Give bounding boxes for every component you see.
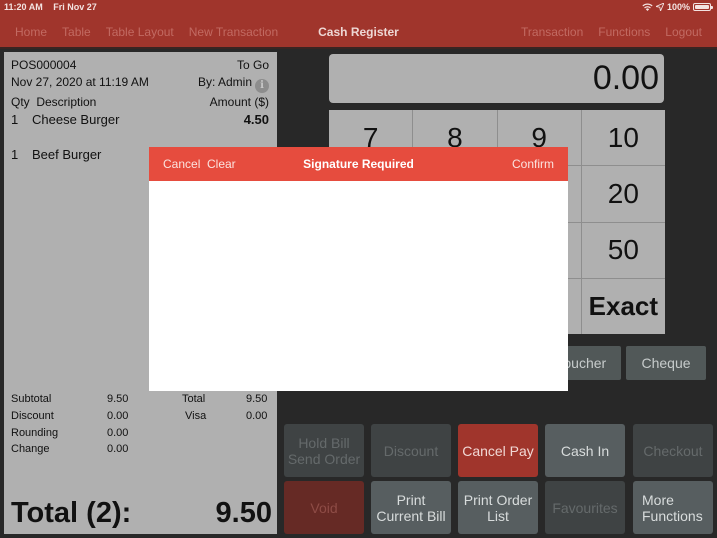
change-label: Change bbox=[11, 443, 50, 455]
favourites-button[interactable]: Favourites bbox=[545, 481, 625, 534]
wifi-icon bbox=[642, 3, 653, 11]
modal-confirm-button[interactable]: Confirm bbox=[512, 157, 554, 171]
signature-modal: Cancel Clear Signature Required Confirm bbox=[149, 147, 568, 391]
void-button[interactable]: Void bbox=[284, 481, 364, 534]
location-arrow-icon bbox=[655, 3, 664, 11]
nav-left: Home Table Table Layout New Transaction bbox=[15, 25, 278, 39]
print-current-bill-button[interactable]: Print Current Bill bbox=[371, 481, 451, 534]
more-functions-button[interactable]: More Functions bbox=[633, 481, 713, 534]
hold-bill-send-order-button[interactable]: Hold Bill Send Order bbox=[284, 424, 364, 477]
discount-label: Discount bbox=[11, 410, 54, 422]
receipt-header-row2: Nov 27, 2020 at 11:19 AM By: Admin i bbox=[11, 75, 269, 93]
rounding-label: Rounding bbox=[11, 427, 59, 439]
change-value: 0.00 bbox=[107, 443, 129, 455]
key-50[interactable]: 50 bbox=[581, 222, 665, 278]
nav-table-layout[interactable]: Table Layout bbox=[106, 25, 174, 39]
nav-new-transaction[interactable]: New Transaction bbox=[189, 25, 278, 39]
status-time: 11:20 AM bbox=[4, 2, 43, 12]
modal-clear-button[interactable]: Clear bbox=[207, 157, 236, 171]
nav-right: Transaction Functions Logout bbox=[521, 25, 702, 39]
checkout-button[interactable]: Checkout bbox=[633, 424, 713, 477]
discount-button[interactable]: Discount bbox=[371, 424, 451, 477]
rounding-value: 0.00 bbox=[107, 427, 129, 439]
header-amount: Amount ($) bbox=[209, 95, 269, 109]
nav-functions[interactable]: Functions bbox=[598, 25, 650, 39]
battery-icon bbox=[693, 3, 713, 11]
cash-in-button[interactable]: Cash In bbox=[545, 424, 625, 477]
topbar-divider bbox=[0, 47, 717, 49]
key-10[interactable]: 10 bbox=[581, 110, 665, 166]
battery-percent: 100% bbox=[666, 2, 690, 12]
print-order-list-button[interactable]: Print Order List bbox=[458, 481, 538, 534]
nav-home[interactable]: Home bbox=[15, 25, 47, 39]
key-exact[interactable]: Exact bbox=[581, 278, 665, 334]
nav-logout[interactable]: Logout bbox=[665, 25, 702, 39]
receipt-column-headers: Qty Description Amount ($) bbox=[11, 95, 269, 109]
info-icon[interactable]: i bbox=[255, 79, 269, 93]
cancel-pay-button[interactable]: Cancel Pay bbox=[458, 424, 538, 477]
order-id: POS000004 bbox=[11, 58, 77, 72]
discount-value: 0.00 bbox=[107, 410, 129, 422]
list-item[interactable]: 1 Cheese Burger 4.50 bbox=[11, 112, 269, 127]
modal-header: Cancel Clear Signature Required Confirm bbox=[149, 147, 568, 181]
order-by: By: Admin bbox=[197, 75, 252, 89]
status-date: Fri Nov 27 bbox=[53, 2, 97, 12]
modal-cancel-button[interactable]: Cancel bbox=[163, 157, 200, 171]
subtotal-label: Subtotal bbox=[11, 393, 52, 405]
top-bar: 11:20 AM Fri Nov 27 100% Home Table Tabl… bbox=[0, 0, 717, 49]
total-label: Total bbox=[182, 393, 206, 405]
grand-total-label: Total (2): bbox=[11, 497, 132, 529]
receipt-header-row1: POS000004 To Go bbox=[11, 58, 269, 72]
page-title: Cash Register bbox=[318, 25, 399, 39]
order-datetime: Nov 27, 2020 at 11:19 AM bbox=[11, 75, 149, 89]
item-amount: 4.50 bbox=[243, 112, 269, 127]
item-qty: 1 bbox=[11, 112, 19, 127]
total-value: 9.50 bbox=[246, 393, 268, 405]
order-by-container: By: Admin i bbox=[198, 75, 269, 93]
visa-label: Visa bbox=[185, 410, 207, 422]
visa-value: 0.00 bbox=[246, 410, 268, 422]
header-qty-description: Qty Description bbox=[11, 95, 97, 109]
status-bar-left: 11:20 AM Fri Nov 27 bbox=[4, 2, 105, 12]
subtotal-value: 9.50 bbox=[107, 393, 129, 405]
item-description: Cheese Burger bbox=[32, 112, 120, 127]
order-type: To Go bbox=[236, 58, 269, 72]
nav-table[interactable]: Table bbox=[62, 25, 91, 39]
cheque-button[interactable]: Cheque bbox=[626, 346, 706, 380]
grand-total: Total (2): 9.50 bbox=[11, 497, 272, 530]
grand-total-value: 9.50 bbox=[215, 497, 272, 529]
nav-transaction[interactable]: Transaction bbox=[521, 25, 583, 39]
status-bar-right: 100% bbox=[642, 2, 713, 12]
signature-pad[interactable] bbox=[149, 181, 568, 391]
amount-display: 0.00 bbox=[329, 54, 664, 103]
item-qty: 1 bbox=[11, 147, 19, 162]
key-20[interactable]: 20 bbox=[581, 166, 665, 222]
